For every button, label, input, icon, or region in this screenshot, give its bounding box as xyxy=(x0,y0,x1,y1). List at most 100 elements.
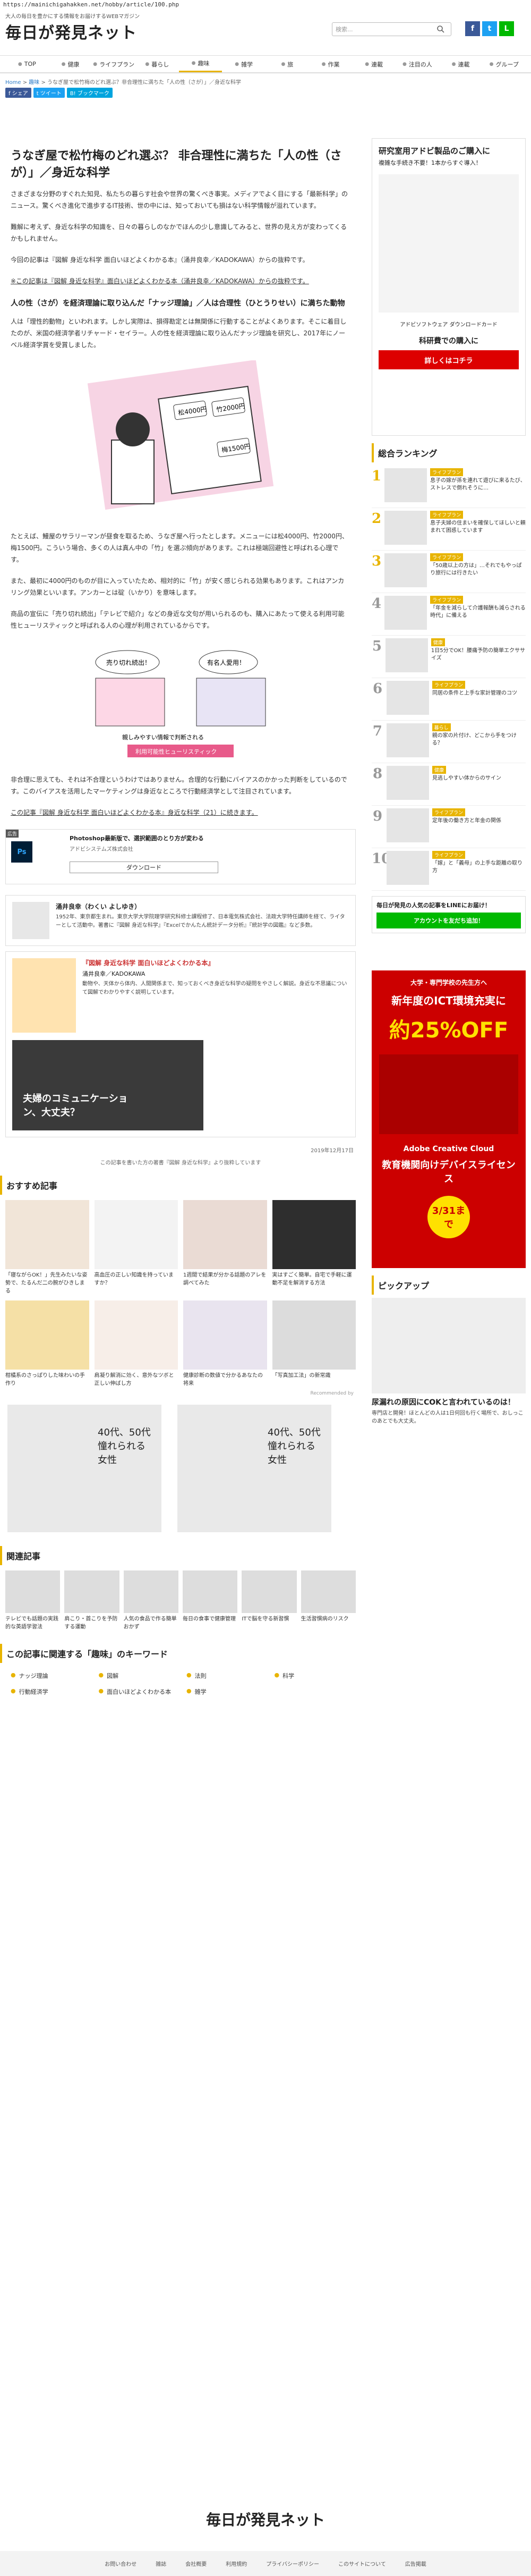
keyword-link[interactable]: ● 科学 xyxy=(271,1671,354,1680)
adobe-edu-ad[interactable]: 大学・専門学校の先生方へ 新年度のICT環境充実に 約25%OFF Adobe … xyxy=(372,970,526,1268)
recommended-card[interactable]: 柑橘系のさっぱりした味わいの手作り xyxy=(5,1300,89,1388)
nav-item[interactable]: ● 旅 xyxy=(266,56,309,72)
recommended-thumbnail[interactable] xyxy=(94,1200,178,1269)
footer-link[interactable]: 会社概要 xyxy=(185,2560,207,2567)
keyword-link[interactable]: ● 法則 xyxy=(183,1671,266,1680)
related-thumbnail[interactable] xyxy=(5,1570,61,1613)
recommended-card-title[interactable]: 健康診断の数値で分かるあなたの将来 xyxy=(183,1372,267,1388)
related-thumbnail[interactable] xyxy=(242,1570,297,1613)
ranking-thumbnail[interactable] xyxy=(384,468,427,502)
related-card[interactable]: 人気の食品で作る簡単おかず xyxy=(123,1570,178,1631)
ranking-item[interactable]: 7 暮らし 親の家の片付け、どこから手をつける？ xyxy=(372,721,526,763)
recommended-card[interactable]: 肩凝り解消に効く、意外なツボと正しい伸ばし方 xyxy=(94,1300,178,1388)
footer-link[interactable]: このサイトについて xyxy=(338,2560,386,2567)
recommended-card-title[interactable]: 柑橘系のさっぱりした味わいの手作り xyxy=(5,1372,89,1388)
nav-item[interactable]: ● TOP xyxy=(5,56,49,72)
line-icon[interactable]: L xyxy=(499,21,514,36)
related-thumbnail[interactable] xyxy=(123,1570,178,1613)
recommended-card[interactable]: 実はすごく簡単。自宅で手軽に運動不足を解消する方法 xyxy=(272,1200,356,1295)
related-card[interactable]: 毎日の食事で健康管理 xyxy=(183,1570,238,1631)
ranking-thumbnail[interactable] xyxy=(387,808,429,842)
related-card[interactable]: テレビでも話題の実践的な英語学習法 xyxy=(5,1570,61,1631)
site-logo[interactable]: 毎日が発見ネット xyxy=(5,20,140,43)
nav-item[interactable]: ● 健康 xyxy=(49,56,92,72)
ad-download-button[interactable]: ダウンロード xyxy=(70,862,218,873)
ranking-thumbnail[interactable] xyxy=(386,723,429,757)
ranking-item[interactable]: 3 ライフプラン 「50歳以上の方は」…それでもやっぱり旅行には行きたい xyxy=(372,551,526,593)
article-continue-link[interactable]: この記事『図解 身近な科学 面白いほどよくわかる本』身近な科学（21）に続きます… xyxy=(11,807,350,818)
bookmark-share-button[interactable]: B! ブックマーク xyxy=(66,88,113,98)
ranking-thumbnail[interactable] xyxy=(385,638,428,672)
recommended-card[interactable]: 「写真加工法」の新常識 xyxy=(272,1300,356,1388)
article-source-link[interactable]: ※この記事は『図解 身近な科学』面白いほどよくわかる本（涌井良幸／KADOKAW… xyxy=(11,275,350,287)
ranking-thumbnail[interactable] xyxy=(384,553,427,587)
footer-logo[interactable]: 毎日が発見ネット xyxy=(0,2509,531,2530)
search-icon[interactable] xyxy=(436,25,445,33)
nav-item[interactable]: ● 雑学 xyxy=(222,56,266,72)
facebook-share-button[interactable]: f シェア xyxy=(5,88,31,98)
nav-item[interactable]: ● 連載 xyxy=(439,56,483,72)
ranking-item[interactable]: 4 ライフプラン 「年金を減らして介護報酬も減らされる時代」に備える xyxy=(372,593,526,636)
facebook-icon[interactable]: f xyxy=(465,21,480,36)
keyword-label[interactable]: 図解 xyxy=(107,1671,118,1680)
keyword-label[interactable]: 科学 xyxy=(282,1671,294,1680)
related-card-title[interactable]: 生活習慣病のリスク xyxy=(301,1615,356,1623)
related-card-title[interactable]: 人気の食品で作る簡単おかず xyxy=(124,1615,178,1631)
ad-banner[interactable]: 40代、50代 憧れられる女性 xyxy=(177,1405,331,1532)
footer-link[interactable]: 利用規約 xyxy=(226,2560,247,2567)
ranking-title-text[interactable]: 「嫁」と「義母」の上手な距離の取り方 xyxy=(432,860,526,875)
inline-ad[interactable]: 広告 Ps Photoshop最新版で、選択範囲のとり方が変わる アドビシステム… xyxy=(5,829,356,884)
related-card[interactable]: 生活習慣病のリスク xyxy=(301,1570,356,1631)
ranking-thumbnail[interactable] xyxy=(387,851,429,885)
keyword-label[interactable]: 雑学 xyxy=(195,1687,207,1696)
ranking-title-text[interactable]: 息子夫婦の住まいを確保してほしいと頼まれて困惑しています xyxy=(430,520,526,535)
keyword-label[interactable]: 行動経済学 xyxy=(19,1687,48,1696)
nav-item[interactable]: ● グループ xyxy=(482,56,526,72)
recommended-thumbnail[interactable] xyxy=(5,1200,89,1269)
ranking-item[interactable]: 10 ライフプラン 「嫁」と「義母」の上手な距離の取り方 xyxy=(372,848,526,891)
recommended-card[interactable]: 1週間で結果が分かる話題のアレを調べてみた xyxy=(183,1200,267,1295)
keyword-link[interactable]: ● ナッジ理論 xyxy=(7,1671,90,1680)
related-card[interactable]: ITで脳を守る新習慣 xyxy=(242,1570,297,1631)
ranking-title-text[interactable]: 「年金を減らして介護報酬も減らされる時代」に備える xyxy=(430,605,526,620)
recommended-card[interactable]: 「寝ながらOK！」先生みたいな姿勢で、たるんだ二の腕がひきしまる xyxy=(5,1200,89,1295)
ranking-item[interactable]: 5 健康 1日5分でOK！腰痛予防の簡単エクササイズ xyxy=(372,636,526,678)
footer-link[interactable]: 広告掲載 xyxy=(405,2560,426,2567)
keyword-link[interactable]: ● 行動経済学 xyxy=(7,1687,90,1696)
ranking-item[interactable]: 9 ライフプラン 定年後の働き方と年金の関係 xyxy=(372,806,526,848)
ad-banner[interactable]: 40代、50代 憧れられる女性 xyxy=(7,1405,161,1532)
ranking-thumbnail[interactable] xyxy=(387,766,429,800)
recommended-card-title[interactable]: 「写真加工法」の新常識 xyxy=(272,1372,356,1380)
nav-item[interactable]: ● 連載 xyxy=(352,56,396,72)
ranking-title-text[interactable]: 息子の嫁が孫を連れて遊びに来るたび、ストレスで倒れそうに… xyxy=(430,477,526,492)
breadcrumb-home[interactable]: Home xyxy=(5,80,21,86)
recommended-card-title[interactable]: 肩凝り解消に効く、意外なツボと正しい伸ばし方 xyxy=(95,1372,178,1388)
recommended-card[interactable]: 健康診断の数値で分かるあなたの将来 xyxy=(183,1300,267,1388)
related-card-title[interactable]: ITで脳を守る新習慣 xyxy=(242,1615,296,1623)
ranking-title-text[interactable]: 親の家の片付け、どこから手をつける？ xyxy=(432,732,526,747)
book-cover[interactable] xyxy=(12,958,76,1033)
keyword-label[interactable]: 面白いほどよくわかる本 xyxy=(107,1687,171,1696)
ranking-title-text[interactable]: 定年後の働き方と年金の関係 xyxy=(432,817,501,825)
sidebar-ad-button[interactable]: 詳しくはコチラ xyxy=(379,350,519,369)
ranking-title-text[interactable]: 同居の条件と上手な家計管理のコツ xyxy=(432,690,517,697)
keyword-label[interactable]: ナッジ理論 xyxy=(19,1671,48,1680)
recommended-thumbnail[interactable] xyxy=(94,1300,178,1370)
pickup-headline[interactable]: 尿漏れの原因にCOKと言われているのは！ xyxy=(372,1397,526,1407)
recommended-thumbnail[interactable] xyxy=(5,1300,89,1370)
ranking-thumbnail[interactable] xyxy=(384,511,427,545)
footer-link[interactable]: お問い合わせ xyxy=(105,2560,136,2567)
pickup-image[interactable] xyxy=(372,1298,526,1393)
footer-link[interactable]: プライバシーポリシー xyxy=(266,2560,319,2567)
keyword-label[interactable]: 法則 xyxy=(195,1671,207,1680)
recommended-thumbnail[interactable] xyxy=(183,1200,267,1269)
recommended-thumbnail[interactable] xyxy=(183,1300,267,1370)
book-title[interactable]: 『図解 身近な科学 面白いほどよくわかる本』 xyxy=(82,958,349,967)
ranking-title-text[interactable]: 見逃しやすい体からのサイン xyxy=(432,775,501,782)
ranking-thumbnail[interactable] xyxy=(387,681,429,715)
related-thumbnail[interactable] xyxy=(64,1570,119,1613)
related-card-title[interactable]: 毎日の食事で健康管理 xyxy=(183,1615,237,1623)
keyword-link[interactable]: ● 雑学 xyxy=(183,1687,266,1696)
recommended-card-title[interactable]: 1週間で結果が分かる話題のアレを調べてみた xyxy=(183,1271,267,1287)
book-banner[interactable]: 夫婦のコミュニケーション、大丈夫？ xyxy=(12,1040,203,1130)
